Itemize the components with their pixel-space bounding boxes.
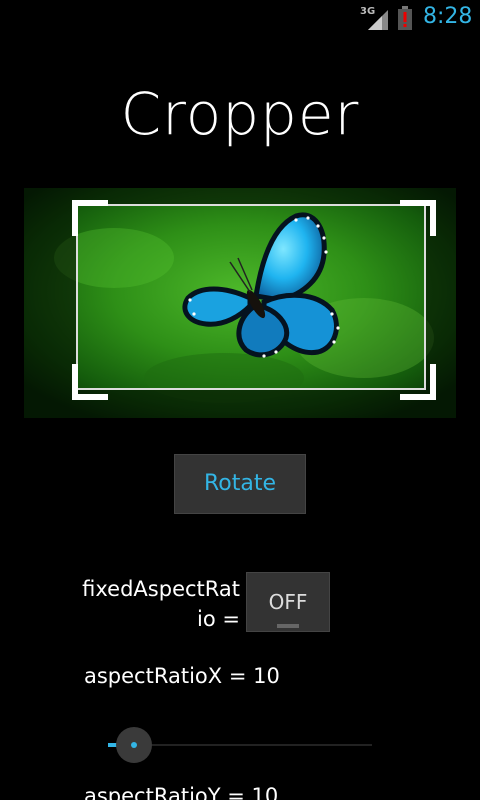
status-time: 8:28 <box>423 4 473 29</box>
toggle-indicator <box>277 624 299 628</box>
crop-frame[interactable] <box>76 204 426 390</box>
aspect-ratio-y-label: aspectRatioY = 10 <box>84 784 279 800</box>
aspect-ratio-x-label: aspectRatioX = 10 <box>84 664 280 688</box>
fixed-aspect-ratio-label: fixedAspectRat io = <box>82 577 240 631</box>
battery-alert-icon <box>398 6 412 30</box>
signal-icon <box>368 10 388 30</box>
status-bar: 3G 8:28 <box>0 0 480 38</box>
crop-handle-top-left[interactable] <box>72 200 108 236</box>
rotate-button[interactable]: Rotate <box>174 454 306 514</box>
crop-handle-bottom-left[interactable] <box>72 364 108 400</box>
crop-handle-top-right[interactable] <box>400 200 436 236</box>
screen: 3G 8:28 Cropper Rotate fixedAspectRat io… <box>0 0 480 800</box>
crop-handle-bottom-right[interactable] <box>400 364 436 400</box>
fixed-aspect-ratio-toggle[interactable]: OFF <box>246 572 330 632</box>
slider-thumb-dot <box>131 742 137 748</box>
crop-image-view[interactable] <box>24 188 456 418</box>
crop-shade-left <box>24 204 76 390</box>
app-title: Cropper <box>120 80 360 148</box>
